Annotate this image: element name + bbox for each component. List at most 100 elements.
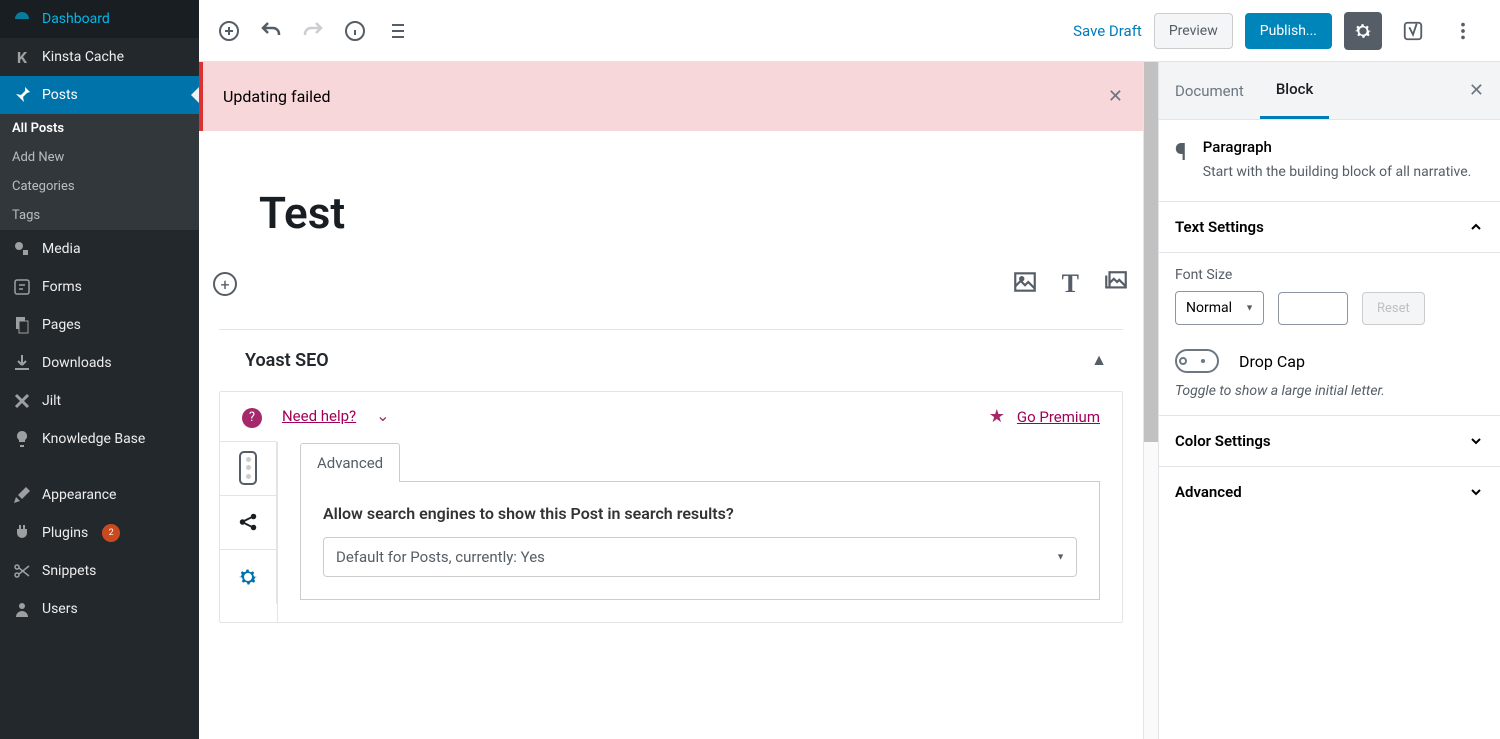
plugin-icon bbox=[12, 523, 32, 543]
user-icon bbox=[12, 599, 32, 619]
sidebar-label: Forms bbox=[42, 279, 82, 295]
sidebar-label: Appearance bbox=[42, 487, 116, 503]
notice-message: Updating failed bbox=[223, 87, 331, 106]
sidebar-item-kinsta[interactable]: K Kinsta Cache bbox=[0, 38, 199, 76]
kinsta-icon: K bbox=[12, 47, 32, 67]
help-icon: ? bbox=[242, 408, 262, 428]
image-block-icon[interactable] bbox=[1012, 269, 1038, 299]
share-icon bbox=[237, 511, 259, 533]
add-block-icon[interactable] bbox=[217, 19, 241, 43]
chevron-down-icon bbox=[1468, 484, 1484, 500]
brush-icon bbox=[12, 485, 32, 505]
sidebar-label: Knowledge Base bbox=[42, 431, 145, 447]
save-draft-button[interactable]: Save Draft bbox=[1073, 22, 1142, 40]
need-help-link[interactable]: Need help? bbox=[282, 407, 356, 425]
editor-main: Save Draft Preview Publish... Updating f… bbox=[199, 0, 1500, 739]
drop-cap-label: Drop Cap bbox=[1239, 352, 1305, 371]
sidebar-item-kb[interactable]: Knowledge Base bbox=[0, 420, 199, 458]
sidebar-item-plugins[interactable]: Plugins 2 bbox=[0, 514, 199, 552]
dashboard-icon bbox=[12, 9, 32, 29]
sidebar-submenu-posts: All Posts Add New Categories Tags bbox=[0, 114, 199, 230]
reset-button[interactable]: Reset bbox=[1362, 292, 1425, 325]
sidebar-item-downloads[interactable]: Downloads bbox=[0, 344, 199, 382]
yoast-tab-readability[interactable] bbox=[219, 441, 277, 496]
sidebar-label: Posts bbox=[42, 87, 78, 103]
chevron-up-icon: ▲ bbox=[1091, 350, 1107, 371]
notice-close-icon[interactable]: ✕ bbox=[1108, 86, 1123, 107]
yoast-title: Yoast SEO bbox=[245, 350, 329, 371]
editor-toolbar: Save Draft Preview Publish... bbox=[199, 0, 1500, 62]
gear-icon bbox=[236, 565, 260, 589]
pin-icon bbox=[12, 85, 32, 105]
go-premium-link[interactable]: Go Premium bbox=[1017, 408, 1100, 426]
yoast-content-tab[interactable]: Advanced bbox=[300, 443, 400, 482]
sidebar-label: Downloads bbox=[42, 355, 112, 371]
yoast-tab-social[interactable] bbox=[219, 495, 277, 550]
chevron-up-icon bbox=[1468, 219, 1484, 235]
sidebar-item-users[interactable]: Users bbox=[0, 590, 199, 628]
sidebar-item-snippets[interactable]: Snippets bbox=[0, 552, 199, 590]
sidebar-sub-tags[interactable]: Tags bbox=[0, 201, 199, 230]
sidebar-item-media[interactable]: Media bbox=[0, 230, 199, 268]
advanced-toggle[interactable]: Advanced bbox=[1159, 467, 1500, 517]
block-inserter-row: + T bbox=[199, 269, 1143, 329]
insert-block-icon[interactable]: + bbox=[213, 272, 237, 296]
sidebar-item-posts[interactable]: Posts bbox=[0, 76, 199, 114]
traffic-light-icon bbox=[239, 451, 257, 485]
outline-icon[interactable] bbox=[385, 19, 409, 43]
font-size-input[interactable] bbox=[1278, 292, 1348, 325]
drop-cap-toggle[interactable] bbox=[1175, 349, 1219, 373]
sidebar-sub-all-posts[interactable]: All Posts bbox=[0, 114, 199, 143]
search-engines-label: Allow search engines to show this Post i… bbox=[323, 504, 1077, 523]
post-title[interactable]: Test bbox=[199, 131, 1143, 269]
admin-sidebar: Dashboard K Kinsta Cache Posts All Posts… bbox=[0, 0, 199, 739]
bulb-icon bbox=[12, 429, 32, 449]
color-settings-toggle[interactable]: Color Settings bbox=[1159, 416, 1500, 467]
sidebar-item-appearance[interactable]: Appearance bbox=[0, 476, 199, 514]
sidebar-item-dashboard[interactable]: Dashboard bbox=[0, 0, 199, 38]
sidebar-label: Dashboard bbox=[42, 11, 110, 27]
editor-content: Updating failed ✕ Test + T Yoast SEO ▲ bbox=[199, 62, 1143, 739]
font-size-select[interactable]: Normal bbox=[1175, 291, 1264, 325]
sidebar-sub-add-new[interactable]: Add New bbox=[0, 143, 199, 172]
sidebar-sub-categories[interactable]: Categories bbox=[0, 172, 199, 201]
redo-icon[interactable] bbox=[301, 19, 325, 43]
block-name: Paragraph bbox=[1203, 138, 1472, 156]
text-settings-toggle[interactable]: Text Settings bbox=[1159, 202, 1500, 253]
yoast-panel: Yoast SEO ▲ ? Need help? ⌄ ★ Go Premium bbox=[219, 329, 1123, 623]
yoast-panel-header[interactable]: Yoast SEO ▲ bbox=[219, 330, 1123, 391]
tab-block[interactable]: Block bbox=[1260, 62, 1329, 119]
preview-button[interactable]: Preview bbox=[1154, 13, 1233, 49]
search-engines-select[interactable]: Default for Posts, currently: Yes bbox=[323, 537, 1077, 577]
tab-document[interactable]: Document bbox=[1159, 64, 1260, 118]
scissors-icon bbox=[12, 561, 32, 581]
block-description: Start with the building block of all nar… bbox=[1203, 162, 1472, 183]
sidebar-label: Kinsta Cache bbox=[42, 49, 124, 65]
settings-panel: Document Block ✕ ¶ Paragraph Start with … bbox=[1158, 62, 1500, 739]
jilt-icon bbox=[12, 391, 32, 411]
font-size-label: Font Size bbox=[1175, 267, 1484, 283]
settings-icon[interactable] bbox=[1344, 12, 1382, 50]
heading-block-icon[interactable]: T bbox=[1062, 269, 1079, 299]
more-icon[interactable] bbox=[1444, 12, 1482, 50]
media-icon bbox=[12, 239, 32, 259]
pages-icon bbox=[12, 315, 32, 335]
yoast-tab-advanced[interactable] bbox=[219, 549, 277, 604]
sidebar-label: Users bbox=[42, 601, 78, 617]
info-icon[interactable] bbox=[343, 19, 367, 43]
sidebar-label: Plugins bbox=[42, 525, 88, 541]
forms-icon bbox=[12, 277, 32, 297]
error-notice: Updating failed ✕ bbox=[199, 62, 1143, 131]
close-panel-icon[interactable]: ✕ bbox=[1453, 80, 1500, 101]
sidebar-item-jilt[interactable]: Jilt bbox=[0, 382, 199, 420]
gallery-block-icon[interactable] bbox=[1103, 269, 1129, 299]
download-icon bbox=[12, 353, 32, 373]
sidebar-item-pages[interactable]: Pages bbox=[0, 306, 199, 344]
yoast-icon[interactable] bbox=[1394, 12, 1432, 50]
scrollbar[interactable] bbox=[1143, 62, 1158, 739]
publish-button[interactable]: Publish... bbox=[1245, 13, 1332, 49]
sidebar-item-forms[interactable]: Forms bbox=[0, 268, 199, 306]
plugins-update-badge: 2 bbox=[102, 524, 120, 542]
undo-icon[interactable] bbox=[259, 19, 283, 43]
chevron-down-icon bbox=[1468, 433, 1484, 449]
